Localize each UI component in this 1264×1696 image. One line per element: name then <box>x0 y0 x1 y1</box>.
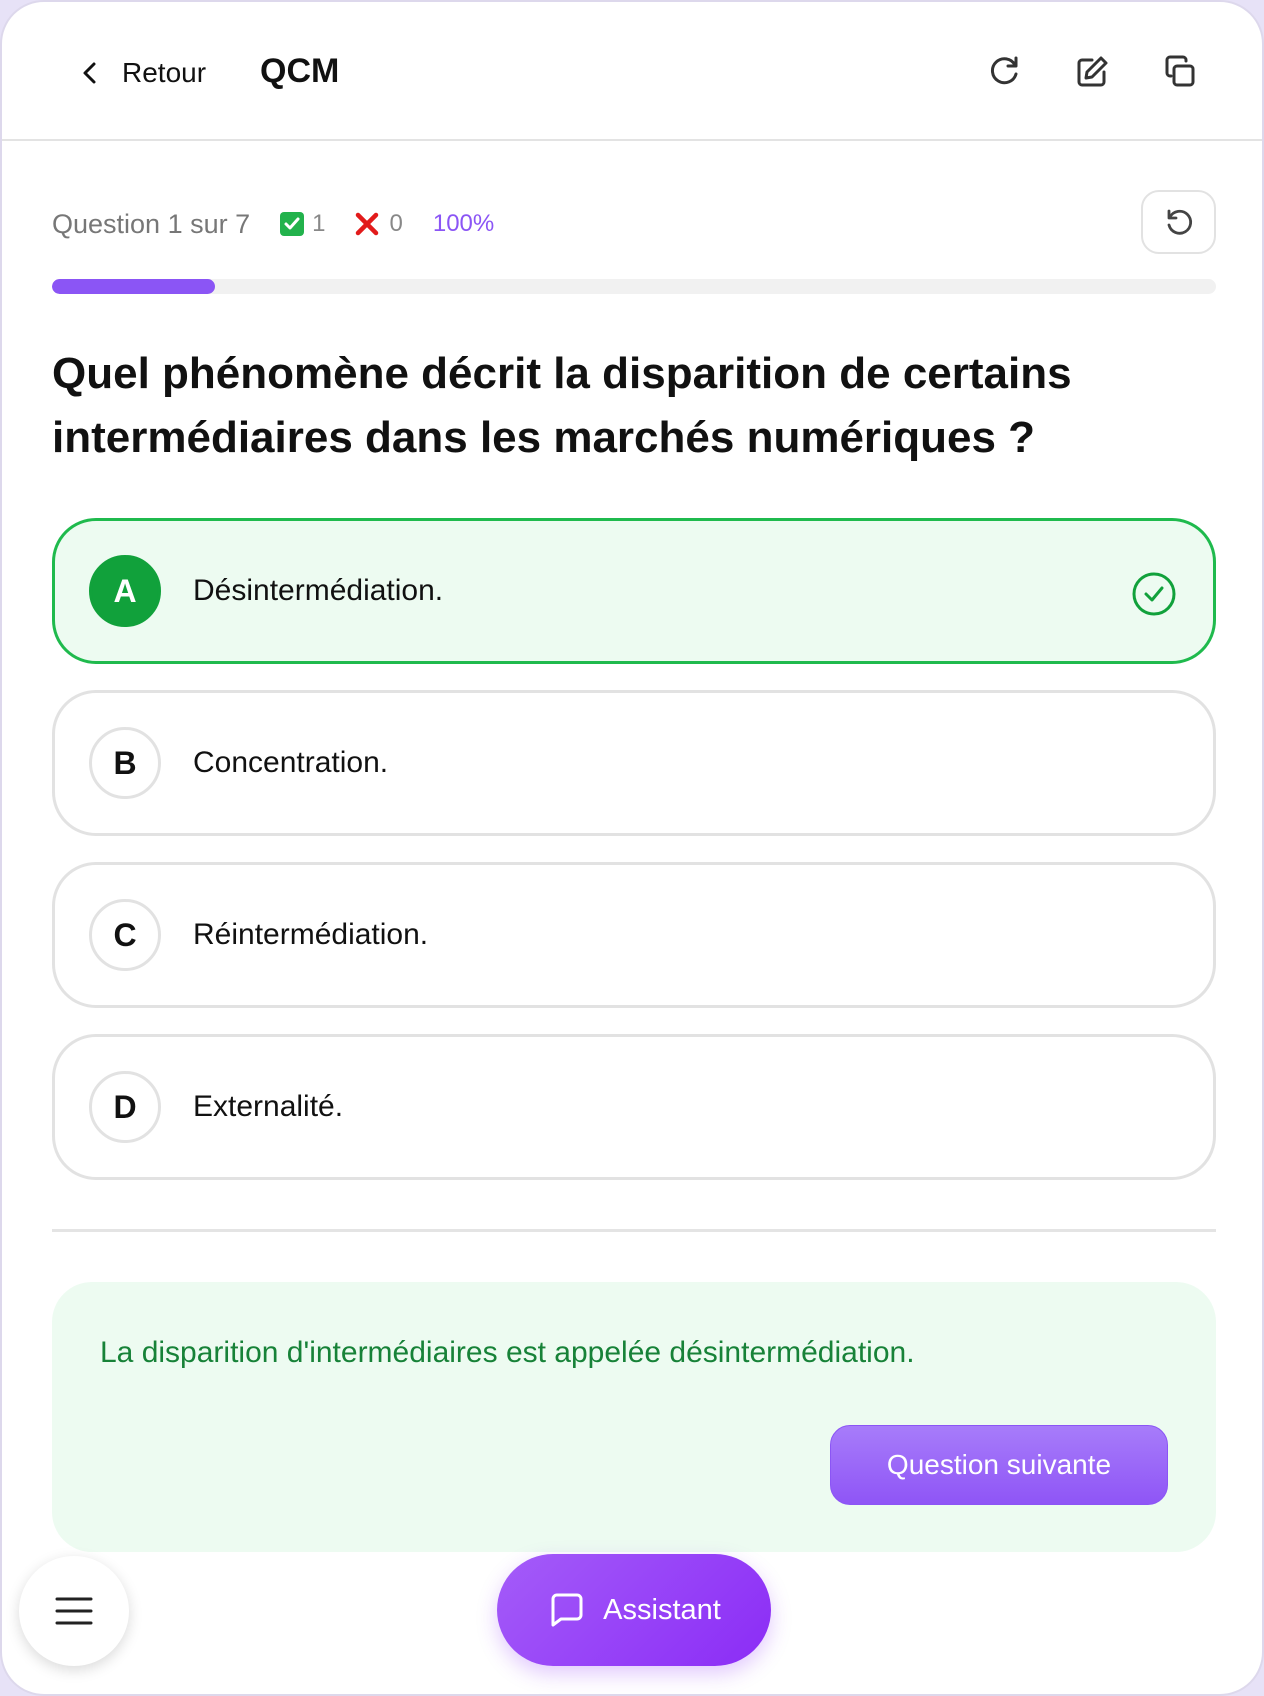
assistant-label: Assistant <box>603 1593 721 1626</box>
option-c[interactable]: C Réintermédiation. <box>52 862 1216 1008</box>
correct-count: 1 <box>312 210 326 237</box>
progress-fill <box>52 279 215 294</box>
undo-icon <box>1167 209 1192 235</box>
assistant-button[interactable]: Assistant <box>497 1554 771 1666</box>
top-bar: Retour QCM <box>2 2 1262 141</box>
score-percent: 100% <box>432 210 495 237</box>
app-window: Retour QCM Question 1 sur 7 1 0 100% Que… <box>0 0 1264 1696</box>
option-letter: B <box>89 727 161 799</box>
correct-check-icon <box>280 212 305 236</box>
restart-button[interactable] <box>1141 190 1216 254</box>
question-counter: Question 1 sur 7 <box>52 208 251 239</box>
wrong-count: 0 <box>389 210 403 237</box>
menu-button[interactable] <box>19 1556 129 1666</box>
option-text: Concentration. <box>193 746 389 779</box>
divider <box>52 1229 1216 1232</box>
option-a[interactable]: A Désintermédiation. <box>52 518 1216 664</box>
wrong-cross-icon <box>356 212 379 236</box>
copy-icon[interactable] <box>1160 52 1200 92</box>
chevron-left-icon <box>83 62 96 84</box>
option-text: Réintermédiation. <box>193 918 429 951</box>
hamburger-menu-icon <box>55 1597 93 1625</box>
option-text: Externalité. <box>193 1090 344 1123</box>
progress-bar <box>52 279 1216 294</box>
option-b[interactable]: B Concentration. <box>52 690 1216 836</box>
back-label: Retour <box>122 57 207 88</box>
check-circle-icon <box>1132 572 1176 616</box>
feedback-text: La disparition d'intermédiaires est appe… <box>100 1336 915 1369</box>
chat-bubble-icon <box>551 1593 583 1627</box>
option-letter: A <box>89 555 161 627</box>
next-question-button[interactable]: Question suivante <box>830 1425 1168 1505</box>
option-letter: C <box>89 899 161 971</box>
page-title: QCM <box>260 52 340 90</box>
edit-icon[interactable] <box>1072 52 1112 92</box>
option-letter: D <box>89 1071 161 1143</box>
option-text: Désintermédiation. <box>193 574 444 607</box>
question-text: Quel phénomène décrit la disparition de … <box>52 349 1072 462</box>
option-d[interactable]: D Externalité. <box>52 1034 1216 1180</box>
refresh-icon[interactable] <box>984 52 1024 92</box>
feedback-panel: La disparition d'intermédiaires est appe… <box>52 1282 1216 1552</box>
quiz-stats: Question 1 sur 7 1 0 100% <box>52 206 494 242</box>
back-button[interactable]: Retour <box>80 50 206 96</box>
